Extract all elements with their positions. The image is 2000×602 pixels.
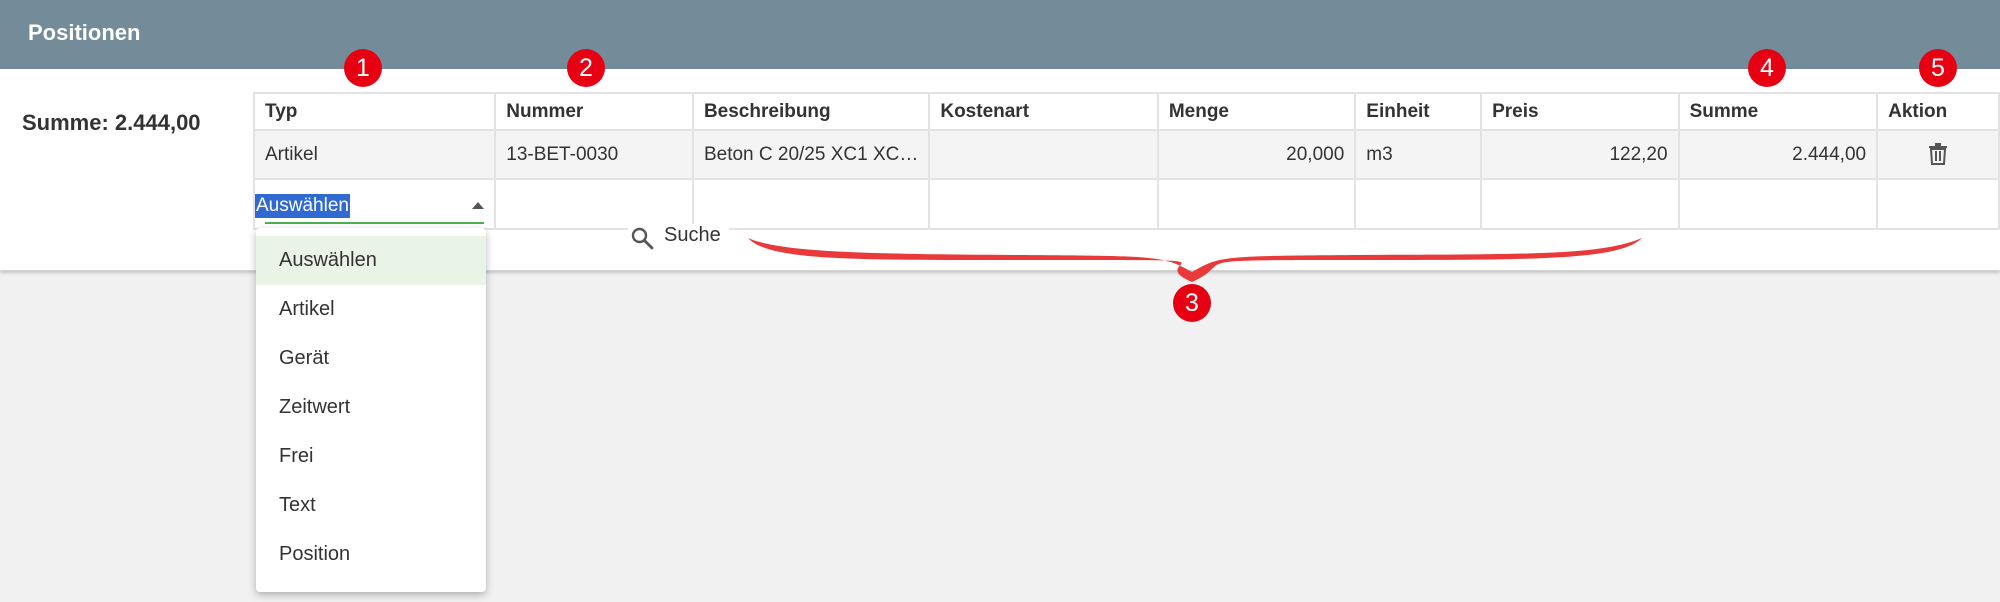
cell-kostenart[interactable]	[928, 129, 1159, 180]
column-header-preis[interactable]: Preis	[1480, 92, 1680, 131]
dropdown-option-artikel[interactable]: Artikel	[256, 285, 486, 334]
panel-header: Positionen	[0, 0, 2000, 69]
dropdown-option-text[interactable]: Text	[256, 481, 486, 530]
callout-marker-3: 3	[1173, 284, 1211, 322]
dropdown-option-position[interactable]: Position	[256, 530, 486, 579]
cell-kostenart-new[interactable]	[928, 178, 1159, 230]
cell-nummer-new[interactable]	[494, 178, 694, 230]
trash-icon[interactable]	[1928, 143, 1948, 166]
cell-menge[interactable]: 20,000	[1156, 129, 1357, 180]
callout-marker-1: 1	[344, 49, 382, 87]
cell-menge-new[interactable]	[1156, 178, 1357, 230]
panel-title: Positionen	[28, 20, 141, 45]
positions-table: Typ Nummer Beschreibung Kostenart Menge …	[252, 92, 2000, 230]
column-header-einheit[interactable]: Einheit	[1354, 92, 1483, 131]
cell-typ-new: Auswählen	[252, 178, 497, 230]
search-label[interactable]: Suche	[664, 224, 721, 246]
select-arrow-icon[interactable]	[472, 202, 485, 209]
cell-aktion-new	[1876, 178, 2000, 230]
total-sum: Summe: 2.444,00	[22, 110, 201, 135]
dropdown-option-auswaehlen[interactable]: Auswählen	[256, 236, 486, 285]
callout-marker-4: 4	[1748, 49, 1786, 87]
callout-marker-2: 2	[567, 49, 605, 87]
search-icon[interactable]	[630, 226, 654, 250]
cell-aktion	[1876, 129, 2000, 180]
cell-summe-new	[1677, 178, 1879, 230]
table-header-row: Typ Nummer Beschreibung Kostenart Menge …	[252, 92, 2000, 131]
typ-select-value[interactable]: Auswählen	[256, 194, 350, 218]
column-header-kostenart[interactable]: Kostenart	[928, 92, 1159, 131]
cell-preis-new[interactable]	[1480, 178, 1680, 230]
dropdown-option-zeitwert[interactable]: Zeitwert	[256, 383, 486, 432]
cell-beschreibung[interactable]: Beton C 20/25 XC1 XC…	[691, 129, 931, 180]
dropdown-option-frei[interactable]: Frei	[256, 432, 486, 481]
column-header-typ[interactable]: Typ	[252, 92, 497, 131]
column-header-beschreibung[interactable]: Beschreibung	[691, 92, 931, 131]
cell-preis[interactable]: 122,20	[1480, 129, 1680, 180]
cell-summe: 2.444,00	[1677, 129, 1879, 180]
cell-einheit-new[interactable]	[1354, 178, 1483, 230]
cell-beschreibung-new[interactable]	[691, 178, 931, 230]
column-header-summe[interactable]: Summe	[1677, 92, 1879, 131]
column-header-menge[interactable]: Menge	[1156, 92, 1357, 131]
column-header-nummer[interactable]: Nummer	[494, 92, 694, 131]
cell-typ[interactable]: Artikel	[252, 129, 497, 180]
cell-nummer[interactable]: 13-BET-0030	[494, 129, 694, 180]
cell-einheit[interactable]: m3	[1354, 129, 1483, 180]
typ-dropdown-menu: Auswählen Artikel Gerät Zeitwert Frei Te…	[256, 228, 486, 592]
callout-marker-5: 5	[1919, 49, 1957, 87]
dropdown-option-geraet[interactable]: Gerät	[256, 334, 486, 383]
column-header-aktion[interactable]: Aktion	[1876, 92, 2000, 131]
annotation-brace	[748, 238, 1642, 282]
table-row[interactable]: Artikel 13-BET-0030 Beton C 20/25 XC1 XC…	[252, 129, 2000, 180]
typ-select[interactable]: Auswählen	[256, 192, 485, 224]
new-position-row: Auswählen	[252, 178, 2000, 230]
